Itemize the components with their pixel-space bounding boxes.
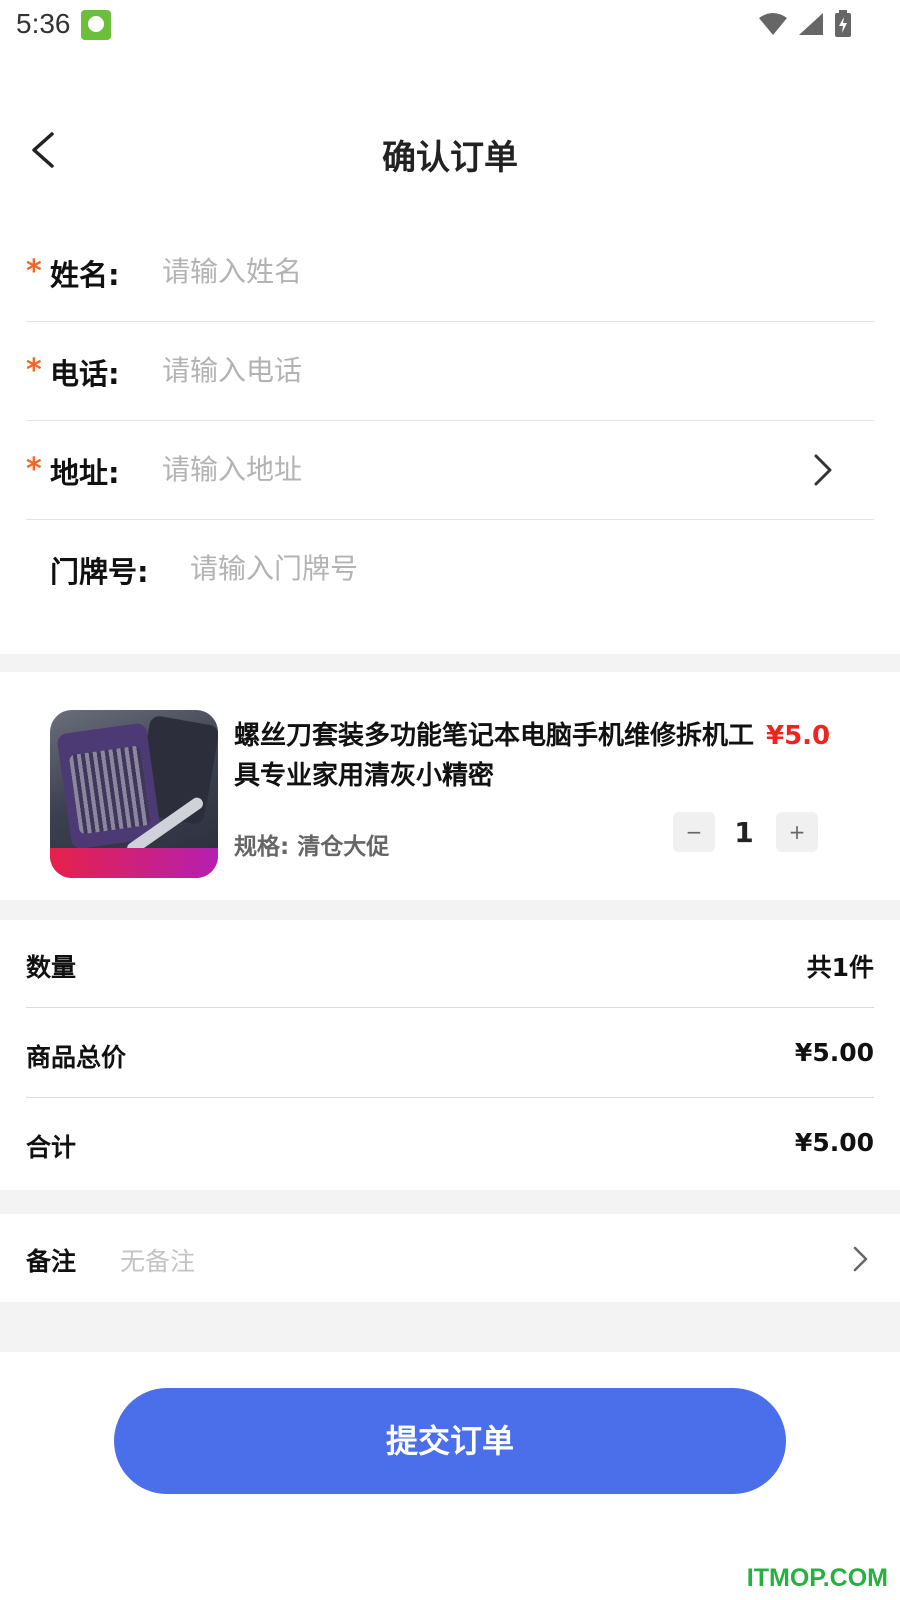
watermark: ITMOP.COM: [746, 1564, 888, 1592]
door-number-input[interactable]: [190, 545, 750, 591]
summary-row-quantity: 数量 共1件: [26, 920, 874, 1008]
note-label: 备注: [26, 1247, 77, 1276]
summary-row-subtotal: 商品总价 ¥5.00: [26, 1010, 874, 1098]
door-number-field-row: 门牌号:: [26, 519, 874, 619]
product-image: [50, 710, 218, 878]
app-notification-icon: [81, 10, 111, 40]
address-input[interactable]: [162, 446, 722, 492]
note-row[interactable]: 备注 无备注: [0, 1214, 900, 1302]
chevron-right-icon[interactable]: [810, 452, 834, 488]
signal-icon: [799, 13, 823, 35]
name-field-row: * 姓名:: [26, 222, 874, 322]
product-title: 螺丝刀套装多功能笔记本电脑手机维修拆机工具专业家用清灰小精密: [234, 721, 755, 791]
summary-value: ¥5.00: [794, 1038, 874, 1067]
door-number-label: 门牌号:: [50, 555, 149, 589]
status-time: 5:36: [16, 8, 71, 39]
required-mark: *: [26, 353, 42, 388]
summary-row-total: 合计 ¥5.00: [26, 1100, 874, 1188]
summary-value: 共1件: [806, 953, 874, 982]
wifi-icon: [759, 13, 787, 35]
name-input[interactable]: [162, 248, 722, 294]
section-divider: [0, 1190, 900, 1214]
note-value: 无备注: [120, 1247, 196, 1276]
page-header: 确认订单: [0, 100, 900, 200]
chevron-right-icon[interactable]: [850, 1244, 870, 1274]
status-bar: 5:36: [0, 0, 900, 50]
product-spec: 规格: 清仓大促: [234, 834, 390, 860]
address-label: 地址:: [50, 456, 120, 490]
summary-label: 商品总价: [26, 1043, 127, 1072]
quantity-value: 1: [734, 816, 754, 849]
product-card: 螺丝刀套装多功能笔记本电脑手机维修拆机工具专业家用清灰小精密 ¥5.0 规格: …: [0, 672, 900, 900]
summary-label: 数量: [26, 953, 77, 982]
section-divider: [0, 1302, 900, 1352]
section-divider: [0, 900, 900, 920]
required-mark: *: [26, 452, 42, 487]
page-title: 确认订单: [382, 138, 518, 178]
phone-input[interactable]: [162, 347, 722, 393]
phone-label: 电话:: [50, 357, 120, 391]
address-field-row[interactable]: * 地址:: [26, 420, 874, 520]
quantity-decrease-button[interactable]: −: [673, 812, 715, 852]
summary-label: 合计: [26, 1133, 77, 1162]
product-price: ¥5.0: [766, 721, 831, 751]
name-label: 姓名:: [50, 258, 120, 292]
quantity-increase-button[interactable]: +: [776, 812, 818, 852]
status-icons: [758, 10, 852, 38]
required-mark: *: [26, 254, 42, 289]
summary-value: ¥5.00: [794, 1128, 874, 1157]
section-divider: [0, 654, 900, 672]
phone-field-row: * 电话:: [26, 321, 874, 421]
battery-charging-icon: [835, 10, 851, 37]
submit-order-button[interactable]: 提交订单: [114, 1388, 786, 1494]
